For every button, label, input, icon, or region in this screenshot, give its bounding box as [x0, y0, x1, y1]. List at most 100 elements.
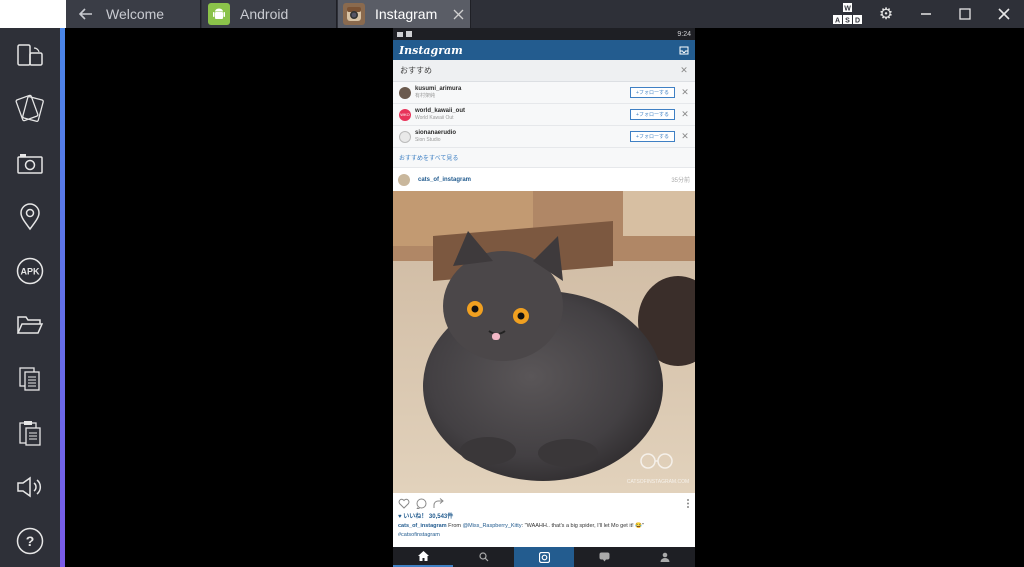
instagram-logo: Instagram: [399, 43, 463, 57]
caption-mention[interactable]: @Miss_Raspberry_Kitty: [463, 523, 522, 529]
svg-text:APK: APK: [20, 267, 40, 277]
avatar[interactable]: [399, 130, 411, 143]
follow-button[interactable]: +フォローする: [630, 109, 675, 120]
svg-text:CATSOFINSTAGRAM.COM: CATSOFINSTAGRAM.COM: [627, 479, 689, 485]
camera-notification-icon: [397, 32, 403, 37]
status-time: 9:24: [677, 30, 691, 38]
post-actions: [393, 493, 695, 513]
app-logo-area: [0, 0, 66, 28]
minimize-icon: [921, 13, 931, 15]
suggestion-item: WKO world_kawaii_out World Kawaii Out +フ…: [393, 104, 695, 126]
sidebar-item-rotate[interactable]: [0, 28, 60, 82]
sidebar-accent-bar: [60, 28, 65, 567]
more-options-icon[interactable]: [686, 498, 690, 509]
dismiss-suggestion-icon[interactable]: ✕: [681, 131, 689, 142]
nav-activity[interactable]: [574, 547, 634, 567]
folder-icon: [16, 316, 44, 334]
suggestion-fullname: Sion Studio: [415, 136, 441, 143]
sidebar-item-location[interactable]: [0, 190, 60, 244]
paste-icon: [19, 421, 41, 446]
like-heart-icon[interactable]: [398, 498, 410, 509]
profile-icon: [660, 552, 670, 562]
nav-profile[interactable]: [635, 547, 695, 567]
svg-text:D: D: [855, 18, 860, 25]
sidebar: APK ?: [0, 28, 60, 567]
sidebar-item-help[interactable]: ?: [0, 514, 60, 567]
post-username[interactable]: cats_of_instagram: [418, 177, 671, 183]
notification-icons: [397, 31, 412, 37]
activity-bubble-icon: [599, 552, 610, 562]
bluestacks-window: Welcome Android Instagram W A S D ⚙ APK …: [0, 0, 1024, 567]
help-icon: ?: [16, 527, 44, 555]
suggestion-username[interactable]: kusumi_arimura: [415, 86, 630, 93]
dismiss-suggestion-icon[interactable]: ✕: [681, 87, 689, 98]
tab-android[interactable]: Android: [202, 0, 337, 28]
camera-icon: [17, 154, 43, 174]
back-arrow-icon[interactable]: [66, 8, 106, 20]
camera-icon: [538, 551, 550, 563]
home-icon: [417, 551, 429, 561]
post-time: 35分前: [671, 178, 690, 184]
nav-camera[interactable]: [513, 547, 575, 567]
caption-username[interactable]: cats_of_instagram: [398, 523, 447, 529]
tab-instagram[interactable]: Instagram: [338, 0, 471, 28]
share-icon[interactable]: [433, 497, 444, 509]
location-icon: [20, 203, 40, 231]
minimize-button[interactable]: [907, 0, 945, 28]
likes-count[interactable]: ♥ いいね！ 30,543件: [393, 513, 695, 522]
download-notification-icon: [406, 31, 412, 37]
search-icon: [479, 552, 489, 562]
caption-prefix: From: [446, 523, 463, 529]
post-photo[interactable]: CATSOFINSTAGRAM.COM: [393, 191, 695, 493]
sidebar-item-paste[interactable]: [0, 406, 60, 460]
svg-text:?: ?: [26, 533, 35, 549]
android-icon: [208, 3, 230, 25]
keyboard-mapping-button[interactable]: W A S D: [828, 0, 866, 28]
follow-button[interactable]: +フォローする: [630, 131, 675, 142]
dismiss-suggestions-icon[interactable]: ✕: [680, 65, 688, 76]
close-tab-icon[interactable]: [453, 7, 464, 23]
dismiss-suggestion-icon[interactable]: ✕: [681, 109, 689, 120]
follow-button[interactable]: +フォローする: [630, 87, 675, 98]
see-all-suggestions-link[interactable]: おすすめをすべて見る: [393, 148, 695, 168]
caption-text: : "WAAHH.. that's a big spider, I'll let…: [521, 523, 644, 529]
suggestions-header: おすすめ ✕: [393, 60, 695, 82]
post-avatar[interactable]: [398, 173, 410, 186]
cat-photo-image: CATSOFINSTAGRAM.COM: [393, 191, 695, 493]
comment-icon[interactable]: [416, 498, 427, 509]
apk-icon: APK: [16, 257, 44, 285]
inbox-icon[interactable]: [679, 46, 689, 55]
suggestion-fullname: 有村架純: [415, 92, 436, 99]
svg-text:A: A: [835, 18, 840, 25]
title-bar: Welcome Android Instagram W A S D ⚙: [0, 0, 1024, 28]
sidebar-item-camera[interactable]: [0, 136, 60, 190]
sidebar-item-volume[interactable]: [0, 460, 60, 514]
gear-icon: ⚙: [878, 6, 894, 23]
suggestion-item: kusumi_arimura 有村架純 +フォローする ✕: [393, 82, 695, 104]
close-icon: [998, 8, 1010, 20]
close-window-button[interactable]: [985, 0, 1023, 28]
svg-text:S: S: [845, 18, 850, 25]
sidebar-item-apk[interactable]: APK: [0, 244, 60, 298]
settings-button[interactable]: ⚙: [867, 0, 905, 28]
suggestions-title: おすすめ: [400, 66, 432, 75]
suggestion-username[interactable]: world_kawaii_out: [415, 108, 630, 115]
nav-search[interactable]: [453, 547, 513, 567]
instagram-icon: [343, 3, 365, 25]
avatar[interactable]: [399, 86, 411, 99]
status-bar: 9:24: [393, 28, 695, 40]
suggestion-username[interactable]: sionanaerudio: [415, 130, 630, 137]
wasd-keys-icon: W A S D: [833, 3, 862, 25]
sidebar-item-copy[interactable]: [0, 352, 60, 406]
shake-icon: [15, 94, 44, 123]
suggestion-fullname: World Kawaii Out: [415, 114, 454, 121]
sidebar-item-shake[interactable]: [0, 82, 60, 136]
caption-hashtag[interactable]: #catsofinstagram: [393, 531, 695, 540]
suggestion-item: sionanaerudio Sion Studio +フォローする ✕: [393, 126, 695, 148]
bottom-navigation: [393, 547, 695, 567]
avatar[interactable]: WKO: [399, 108, 411, 121]
tab-welcome[interactable]: Welcome: [66, 0, 201, 28]
nav-home[interactable]: [393, 547, 454, 567]
maximize-button[interactable]: [946, 0, 984, 28]
sidebar-item-folder[interactable]: [0, 298, 60, 352]
